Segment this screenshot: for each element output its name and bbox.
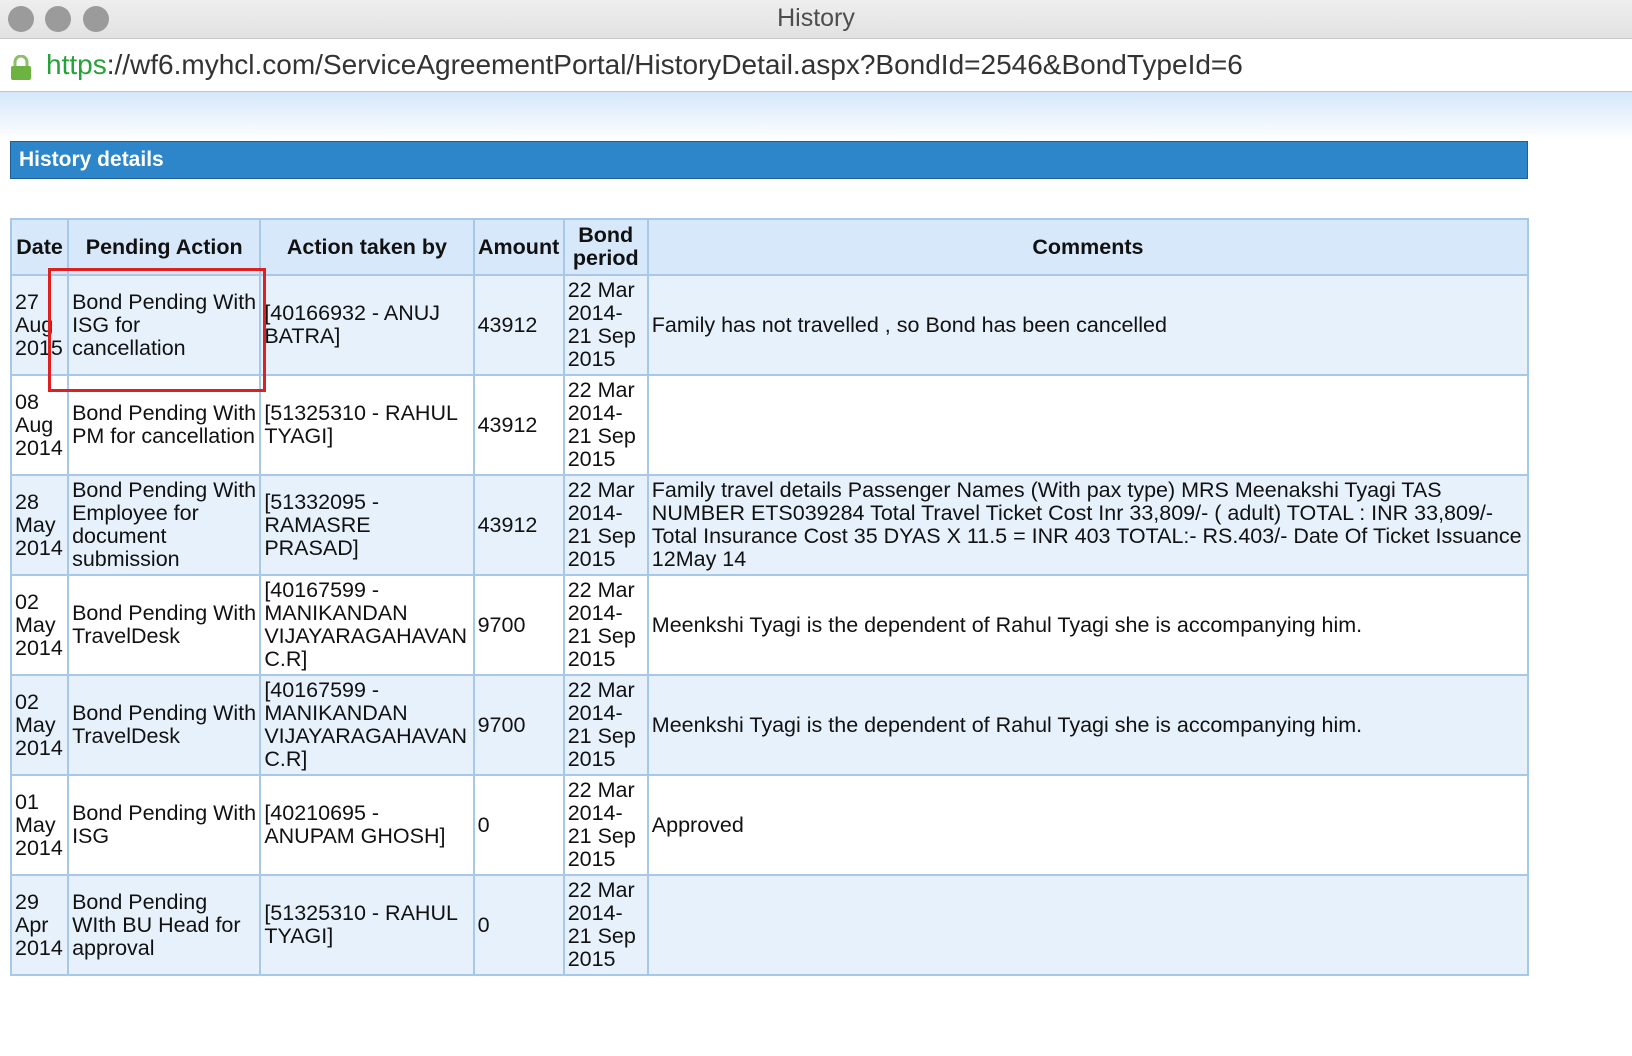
cell-action-taken-by: [51332095 - RAMASRE PRASAD] <box>259 474 475 576</box>
table-row: 27 Aug 2015 Bond Pending With ISG for ca… <box>9 274 1530 376</box>
cell-amount: 9700 <box>472 674 565 776</box>
cell-date: 08 Aug 2014 <box>9 374 70 476</box>
page-top-gradient <box>0 92 1632 140</box>
cell-comments <box>646 374 1530 476</box>
cell-amount: 0 <box>472 874 565 976</box>
url-path: ://wf6.myhcl.com/ServiceAgreementPortal/… <box>106 49 1243 80</box>
cell-amount: 0 <box>472 774 565 876</box>
cell-comments: Meenkshi Tyagi is the dependent of Rahul… <box>646 674 1530 776</box>
url-scheme: https <box>46 49 107 80</box>
cell-pending-action: Bond Pending With TravelDesk <box>67 574 262 676</box>
window-title: History <box>777 4 855 32</box>
cell-bond-period: 22 Mar 2014- 21 Sep 2015 <box>562 874 649 976</box>
cell-action-taken-by: [40210695 - ANUPAM GHOSH] <box>259 774 475 876</box>
lock-icon <box>10 54 32 86</box>
cell-bond-period: 22 Mar 2014- 21 Sep 2015 <box>562 674 649 776</box>
cell-pending-action: Bond Pending WIth BU Head for approval <box>67 874 262 976</box>
cell-date: 02 May 2014 <box>9 674 70 776</box>
column-header-pending-action: Pending Action <box>67 218 262 276</box>
cell-bond-period: 22 Mar 2014- 21 Sep 2015 <box>562 774 649 876</box>
cell-pending-action: Bond Pending With PM for cancellation <box>67 374 262 476</box>
table-row: 28 May 2014 Bond Pending With Employee f… <box>9 474 1530 576</box>
cell-amount: 9700 <box>472 574 565 676</box>
cell-bond-period: 22 Mar 2014- 21 Sep 2015 <box>562 574 649 676</box>
cell-date: 29 Apr 2014 <box>9 874 70 976</box>
column-header-amount: Amount <box>472 218 565 276</box>
cell-comments: Family travel details Passenger Names (W… <box>646 474 1530 576</box>
table-row: 29 Apr 2014 Bond Pending WIth BU Head fo… <box>9 874 1530 976</box>
column-header-date: Date <box>9 218 70 276</box>
cell-comments: Family has not travelled , so Bond has b… <box>646 274 1530 376</box>
cell-comments: Approved <box>646 774 1530 876</box>
cell-pending-action: Bond Pending With ISG for cancellation <box>67 274 262 376</box>
cell-comments: Meenkshi Tyagi is the dependent of Rahul… <box>646 574 1530 676</box>
cell-date: 27 Aug 2015 <box>9 274 70 376</box>
column-header-action-taken-by: Action taken by <box>259 218 475 276</box>
cell-bond-period: 22 Mar 2014- 21 Sep 2015 <box>562 474 649 576</box>
cell-action-taken-by: [51325310 - RAHUL TYAGI] <box>259 374 475 476</box>
column-header-comments: Comments <box>646 218 1530 276</box>
url-text[interactable]: https://wf6.myhcl.com/ServiceAgreementPo… <box>46 45 1243 85</box>
table-row: 02 May 2014 Bond Pending With TravelDesk… <box>9 574 1530 676</box>
cell-date: 01 May 2014 <box>9 774 70 876</box>
history-table: Date Pending Action Action taken by Amou… <box>9 218 1530 976</box>
address-bar[interactable]: https://wf6.myhcl.com/ServiceAgreementPo… <box>0 39 1632 92</box>
cell-amount: 43912 <box>472 274 565 376</box>
cell-pending-action: Bond Pending With Employee for document … <box>67 474 262 576</box>
cell-date: 28 May 2014 <box>9 474 70 576</box>
cell-pending-action: Bond Pending With TravelDesk <box>67 674 262 776</box>
table-row: 08 Aug 2014 Bond Pending With PM for can… <box>9 374 1530 476</box>
cell-action-taken-by: [40166932 - ANUJ BATRA] <box>259 274 475 376</box>
cell-comments <box>646 874 1530 976</box>
table-header-row: Date Pending Action Action taken by Amou… <box>9 218 1530 276</box>
cell-bond-period: 22 Mar 2014- 21 Sep 2015 <box>562 374 649 476</box>
cell-action-taken-by: [40167599 - MANIKANDAN VIJAYARAGAHAVAN C… <box>259 674 475 776</box>
table-row: 01 May 2014 Bond Pending With ISG [40210… <box>9 774 1530 876</box>
cell-date: 02 May 2014 <box>9 574 70 676</box>
window-titlebar: History <box>0 0 1632 39</box>
cell-bond-period: 22 Mar 2014- 21 Sep 2015 <box>562 274 649 376</box>
cell-amount: 43912 <box>472 474 565 576</box>
history-details-header: History details <box>10 141 1528 179</box>
cell-amount: 43912 <box>472 374 565 476</box>
table-row: 02 May 2014 Bond Pending With TravelDesk… <box>9 674 1530 776</box>
column-header-bond-period: Bond period <box>562 218 649 276</box>
cell-action-taken-by: [40167599 - MANIKANDAN VIJAYARAGAHAVAN C… <box>259 574 475 676</box>
cell-pending-action: Bond Pending With ISG <box>67 774 262 876</box>
cell-action-taken-by: [51325310 - RAHUL TYAGI] <box>259 874 475 976</box>
